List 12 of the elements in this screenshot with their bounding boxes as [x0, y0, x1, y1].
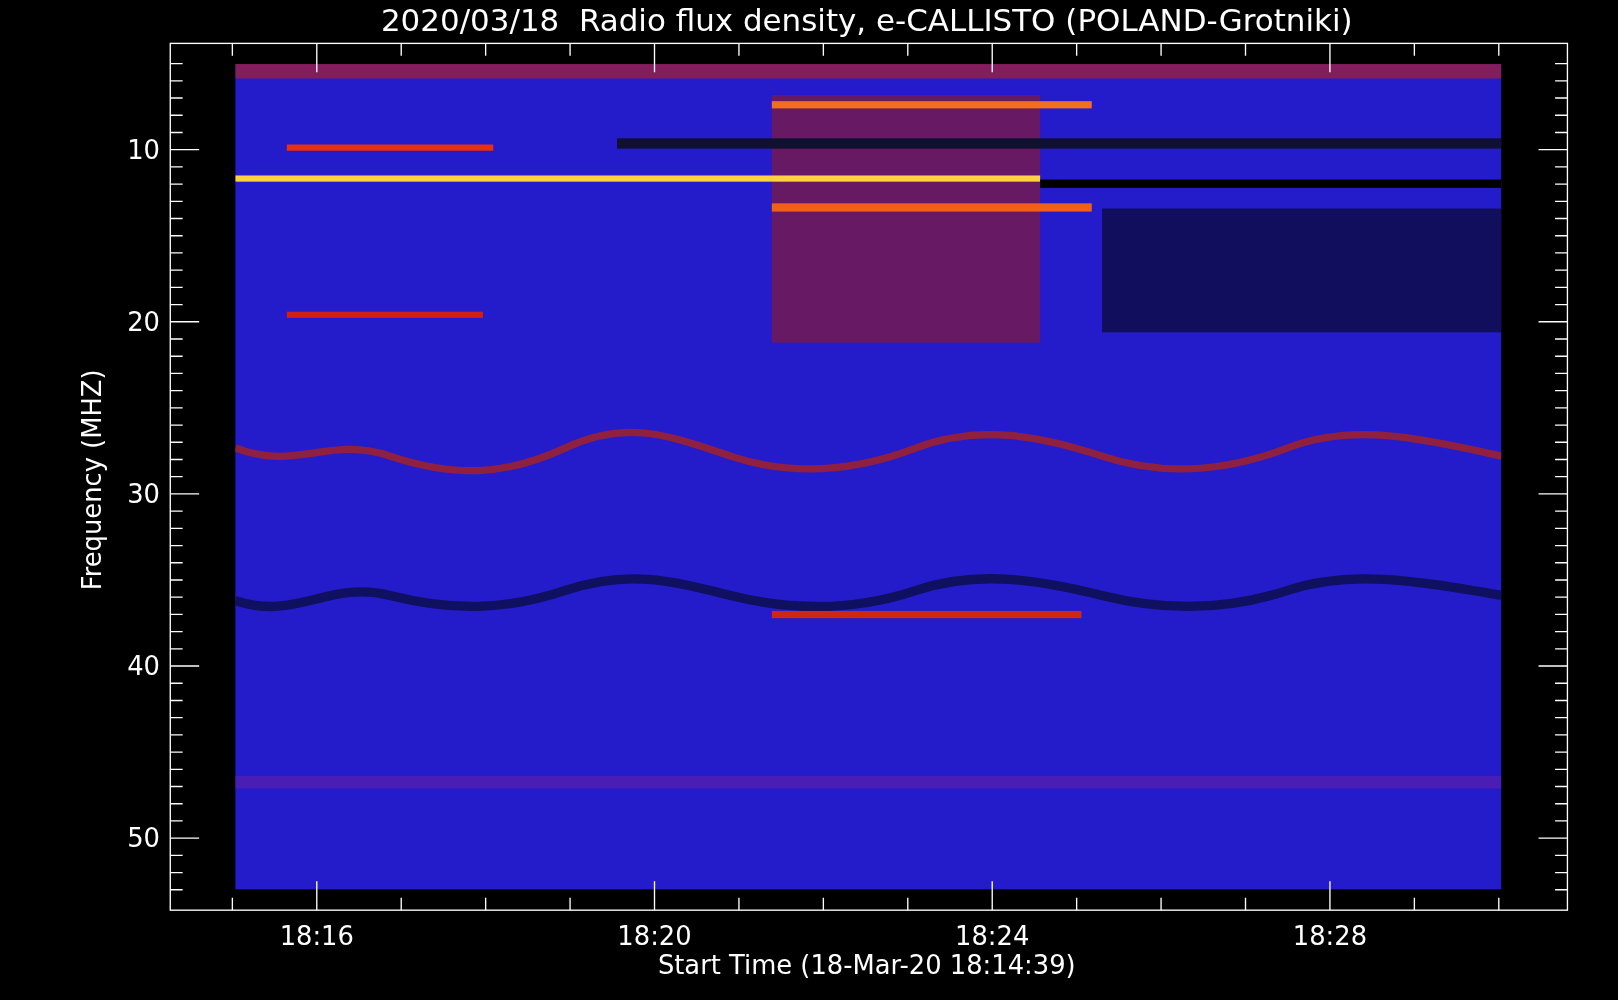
- y-tick-label: 40: [127, 651, 160, 682]
- x-tick-label: 18:20: [617, 921, 692, 952]
- y-axis-label: Frequency (MHZ): [77, 369, 108, 591]
- x-tick-label: 18:16: [279, 921, 354, 952]
- y-tick-label: 20: [127, 307, 160, 338]
- x-tick-label: 18:24: [955, 921, 1030, 952]
- chart-title: 2020/03/18 Radio flux density, e-CALLISTO (POLAND-Grotniki): [380, 2, 1353, 38]
- y-tick-label: 50: [127, 823, 160, 854]
- y-tick-label: 10: [127, 134, 160, 165]
- x-axis-label: Start Time (18-Mar-20 18:14:39): [657, 950, 1076, 981]
- y-tick-label: 30: [127, 479, 160, 510]
- x-tick-label: 18:28: [1292, 921, 1368, 952]
